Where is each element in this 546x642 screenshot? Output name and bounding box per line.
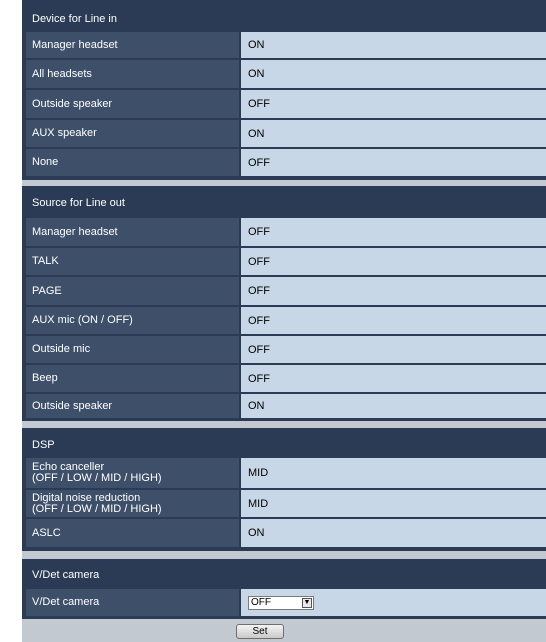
row-label: ASLC [26,519,239,547]
row-label: AUX mic (ON / OFF) [26,307,239,334]
vdet-camera-select[interactable]: OFF ▼ [248,595,314,610]
row-dsp-aslc: ASLC ON [26,519,546,547]
row-line-in-outside-speaker: Outside speaker OFF [26,90,546,118]
row-value: MID [241,490,546,517]
row-label: None [26,149,239,176]
row-line-in-none: None OFF [26,149,546,176]
row-label: Digital noise reduction (OFF / LOW / MID… [26,490,239,517]
row-label: Manager headset [26,32,239,58]
row-line-in-aux-speaker: AUX speaker ON [26,120,546,147]
row-value: OFF [241,336,546,363]
row-value: ON [241,32,546,58]
row-value: OFF ▼ [241,589,546,616]
row-value: OFF [241,218,546,246]
section-title-line-in: Device for Line in [26,8,546,30]
row-value: OFF [241,90,546,118]
row-dsp-digital-noise-reduction: Digital noise reduction (OFF / LOW / MID… [26,490,546,517]
row-line-in-all-headsets: All headsets ON [26,60,546,88]
row-line-out-beep: Beep OFF [26,365,546,392]
row-label: PAGE [26,277,239,305]
row-value: MID [241,458,546,488]
row-label: TALK [26,248,239,275]
row-line-out-manager-headset: Manager headset OFF [26,218,546,246]
select-value: OFF [251,596,271,608]
row-value: OFF [241,277,546,305]
chevron-down-icon[interactable]: ▼ [302,597,312,608]
row-vdet-camera: V/Det camera OFF ▼ [26,589,546,616]
row-label: Outside speaker [26,90,239,118]
row-value: OFF [241,307,546,334]
row-label: V/Det camera [26,589,239,616]
row-label-line-2: (OFF / LOW / MID / HIGH) [32,502,162,515]
row-value: OFF [241,149,546,176]
row-value: ON [241,519,546,547]
row-value: ON [241,394,546,418]
row-line-out-aux-mic: AUX mic (ON / OFF) OFF [26,307,546,334]
section-title-dsp: DSP [26,434,546,456]
set-button[interactable]: Set [236,624,284,639]
row-label: Outside speaker [26,394,239,418]
section-title-vdet: V/Det camera [26,564,546,586]
section-title-line-out: Source for Line out [26,192,546,214]
row-value: ON [241,60,546,88]
row-label: Outside mic [26,336,239,363]
row-value: OFF [241,365,546,392]
row-label: Manager headset [26,218,239,246]
row-label: Beep [26,365,239,392]
row-dsp-echo-canceller: Echo canceller (OFF / LOW / MID / HIGH) … [26,458,546,488]
row-value: OFF [241,248,546,275]
row-line-out-outside-speaker: Outside speaker ON [26,394,546,418]
row-label-line-1: Digital noise reduction [32,491,141,504]
row-label-line-2: (OFF / LOW / MID / HIGH) [32,472,162,484]
row-label: All headsets [26,60,239,88]
row-line-out-talk: TALK OFF [26,248,546,275]
settings-panel: Device for Line in Manager headset ON Al… [22,0,546,642]
row-label: AUX speaker [26,120,239,147]
row-label: Echo canceller (OFF / LOW / MID / HIGH) [26,458,239,488]
row-line-in-manager-headset: Manager headset ON [26,32,546,58]
row-line-out-page: PAGE OFF [26,277,546,305]
row-line-out-outside-mic: Outside mic OFF [26,336,546,363]
row-value: ON [241,120,546,147]
